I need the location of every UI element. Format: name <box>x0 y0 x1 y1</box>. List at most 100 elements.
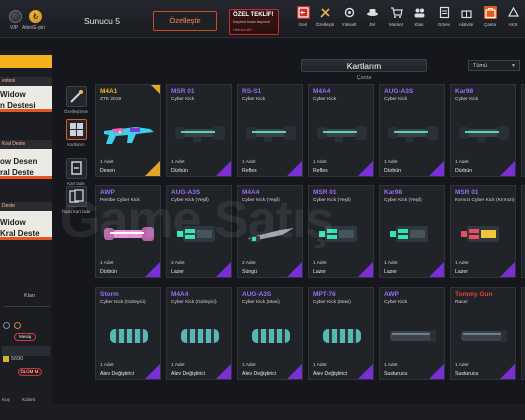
card-skin-name: Cyber Kick <box>384 300 408 305</box>
deck-card-2-underline <box>0 176 52 179</box>
rarity-corner <box>145 161 160 176</box>
item-card-partial[interactable] <box>521 185 525 278</box>
item-card[interactable]: Tommy Gun Racer 1 Adet Susturucu <box>450 287 516 380</box>
left-divider <box>4 306 50 307</box>
deck-card-1-line1: Widow <box>0 90 26 99</box>
card-skin-name: Cyber Kick (Mavi) <box>242 300 280 305</box>
clock-icon[interactable] <box>3 322 10 329</box>
deck-card-1[interactable]: estesi Widow n Destesi <box>0 77 52 112</box>
tool-bulk-return[interactable]: Toplu Kart İade <box>61 186 91 214</box>
card-skin-name: Cyber Kick (Gizleyici) <box>171 300 217 305</box>
item-card[interactable]: AWP Pembe Cyber Kick 1 Adet Dürbün <box>95 185 161 278</box>
tool-customize[interactable]: Özelleştirme <box>61 86 91 114</box>
item-card[interactable]: RS-S1 Cyber Kick 1 Adet Reflex <box>237 84 303 177</box>
item-card[interactable]: AWP Cyber Kick 1 Adet Susturucu <box>379 287 445 380</box>
card-skin-name: Cyber Kick <box>242 97 266 102</box>
item-card[interactable]: M4A4 Cyber Kick (Gizleyici) 1 Adet Alev Değ… <box>166 287 232 380</box>
card-count: 1 Adet <box>313 261 327 266</box>
item-card[interactable]: MSR 01 Cyber Kick 1 Adet Dürbün <box>166 84 232 177</box>
bottom-strip <box>0 404 525 420</box>
card-skin-name: Cyber Kick (Yeşil) <box>242 198 280 203</box>
nav-özelleştir[interactable]: Özelleştir <box>315 6 335 36</box>
chat-input[interactable] <box>2 346 50 356</box>
card-skin-name: Racer <box>455 300 468 305</box>
card-count: 1 Adet <box>100 363 114 368</box>
tool-card-return[interactable]: Kart İade <box>61 158 91 186</box>
rarity-corner <box>358 161 373 176</box>
item-card[interactable]: MPT-76 Cyber Kick (Mavi) 1 Adet Alev Değişt… <box>308 287 374 380</box>
list-icon <box>438 6 451 19</box>
server-label[interactable]: Sunucu 5 <box>84 16 120 26</box>
item-card[interactable]: MSR 01 Kırmızı Cyber Kick (Kırmızı) 1 Adet… <box>450 185 516 278</box>
nav-label: Yükselt <box>341 22 357 27</box>
nav-yükselt[interactable]: Yükselt <box>339 6 359 36</box>
nav-jm[interactable]: JM <box>362 6 382 36</box>
item-card[interactable]: Kar98 Cyber Kick 1 Adet Dürbün <box>450 84 516 177</box>
scope-art <box>386 113 440 153</box>
card-weapon-name: M4A1 <box>100 88 118 95</box>
olum-button[interactable]: ÖLÜM M. <box>18 368 42 376</box>
item-card[interactable]: AUG-A3S Cyber Kick 1 Adet Dürbün <box>379 84 445 177</box>
item-card[interactable]: AUG-A3S Cyber Kick (Yeşil) 2 Adet Lazer <box>166 185 232 278</box>
nav-aks[interactable]: AKS <box>503 6 523 36</box>
kobelt-label: KobeIt <box>22 397 36 402</box>
nav-label: Klan <box>414 22 424 27</box>
deck-card-3[interactable]: Deste Widow Kral Deste <box>0 202 52 240</box>
card-count: 1 Adet <box>313 363 327 368</box>
deck-card-2[interactable]: Kral Deste ow Desen ral Deste <box>0 140 52 179</box>
deck-card-3-head: Deste <box>0 202 52 211</box>
filter-dropdown[interactable]: Tümü ▼ <box>468 60 520 71</box>
tool-my-cards[interactable]: Kartlarım <box>61 119 91 147</box>
item-card[interactable]: M4A1 ZTK 2019 1 Adet Desen <box>95 84 161 177</box>
rarity-corner <box>216 364 231 379</box>
points-value: 5690 <box>11 356 24 362</box>
rarity-corner <box>500 364 515 379</box>
card-part-type: Alev Değiştirici <box>100 371 135 377</box>
tool-bulk-return-label: Toplu Kart İade <box>61 209 91 214</box>
item-card[interactable]: M4A4 Cyber Kick 1 Adet Reflex <box>308 84 374 177</box>
card-part-type: Lazer <box>384 269 397 275</box>
klan-tab[interactable]: Klan <box>24 293 52 299</box>
nav-görev[interactable]: Görev <box>434 6 454 36</box>
card-weapon-name: AWP <box>100 189 115 196</box>
rarity-corner <box>287 364 302 379</box>
item-card[interactable]: M4A4 Cyber Kick (Yeşil) 2 Adet Süngü <box>237 185 303 278</box>
item-card-partial[interactable] <box>521 84 525 177</box>
item-card-partial[interactable] <box>521 287 525 380</box>
item-card[interactable]: AUG-A3S Cyber Kick (Mavi) 1 Adet Alev Değiş… <box>237 287 303 380</box>
vip-coin-icon[interactable] <box>9 10 22 23</box>
nav-market[interactable]: Market <box>386 6 406 36</box>
filter-value: Tümü <box>473 63 488 69</box>
card-part-type: Lazer <box>455 269 468 275</box>
mesaj-button[interactable]: Mesaj <box>14 333 36 341</box>
rarity-corner <box>287 262 302 277</box>
card-part-type: Dürbün <box>384 168 402 174</box>
card-skin-name: Kırmızı Cyber Kick (Kırmızı) <box>455 198 515 203</box>
gear-icon <box>343 6 356 19</box>
customize-button[interactable]: Özelleştir <box>153 11 217 31</box>
nav-aktivite[interactable]: Aktivite <box>456 6 476 36</box>
settings-icon[interactable] <box>14 322 21 329</box>
points-icon <box>3 356 9 362</box>
card-weapon-name: M4A4 <box>242 189 260 196</box>
nav-label: Özelleştir <box>315 22 335 27</box>
item-card[interactable]: Kar98 Cyber Kick (Yeşil) 1 Adet Lazer <box>379 185 445 278</box>
offer-title: ÖZEL TEKLİF! <box>233 12 274 18</box>
card-grid: M4A1 ZTK 2019 1 Adet Desen MSR 01 Cyber Kick 1… <box>95 84 525 404</box>
kus-label: Kuş <box>2 397 10 402</box>
nav-geri[interactable]: Geri <box>293 6 313 36</box>
card-weapon-name: Kar98 <box>455 88 474 95</box>
offer-subtitle: Kaçırma fırsatı kaçırma! <box>233 20 271 24</box>
item-card[interactable]: MSR 01 Cyber Kick (Yeşil) 1 Adet Lazer <box>308 185 374 278</box>
cards-icon <box>65 119 87 140</box>
gold-coin-icon[interactable]: ₺ <box>29 10 42 23</box>
back-icon <box>296 6 310 19</box>
card-weapon-name: Kar98 <box>384 189 403 196</box>
left-yellow-tab[interactable] <box>0 55 52 68</box>
nav-çanta[interactable]: Çanta <box>480 6 500 36</box>
special-offer-banner[interactable]: ÖZEL TEKLİF! Kaçırma fırsatı kaçırma! He… <box>229 9 279 35</box>
item-card[interactable]: Storm Cyber Kick (Gizleyici) 1 Adet Alev De… <box>95 287 161 380</box>
card-weapon-name: MSR 01 <box>171 88 195 95</box>
nav-klan[interactable]: Klan <box>409 6 429 36</box>
card-weapon-name: MSR 01 <box>455 189 479 196</box>
